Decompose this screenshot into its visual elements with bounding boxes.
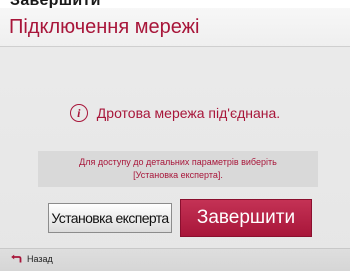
- cropped-header-text: Завершити: [10, 0, 101, 8]
- hint-line-1: Для доступу до детальних параметрів вибе…: [79, 157, 277, 167]
- finish-button[interactable]: Завершити: [180, 199, 312, 237]
- dialog-title-bar: Підключення мережі: [0, 8, 350, 47]
- expert-settings-button[interactable]: Установка експерта: [48, 203, 172, 233]
- status-message-text: Дротова мережа під'єднана.: [96, 105, 281, 121]
- back-button[interactable]: Назад: [10, 254, 53, 264]
- dialog-title: Підключення мережі: [9, 16, 200, 38]
- info-icon: i: [69, 104, 88, 122]
- cropped-header: Завершити: [0, 0, 350, 8]
- status-message: i Дротова мережа під'єднана.: [0, 104, 350, 122]
- hint-box: Для доступу до детальних параметрів вибе…: [38, 151, 318, 187]
- back-arrow-icon: [11, 254, 22, 263]
- hint-line-2: [Установка експерта].: [133, 170, 223, 180]
- footer-bar: Назад: [0, 248, 350, 271]
- back-label: Назад: [27, 254, 53, 264]
- network-connection-dialog: Підключення мережі i Дротова мережа під'…: [0, 8, 350, 271]
